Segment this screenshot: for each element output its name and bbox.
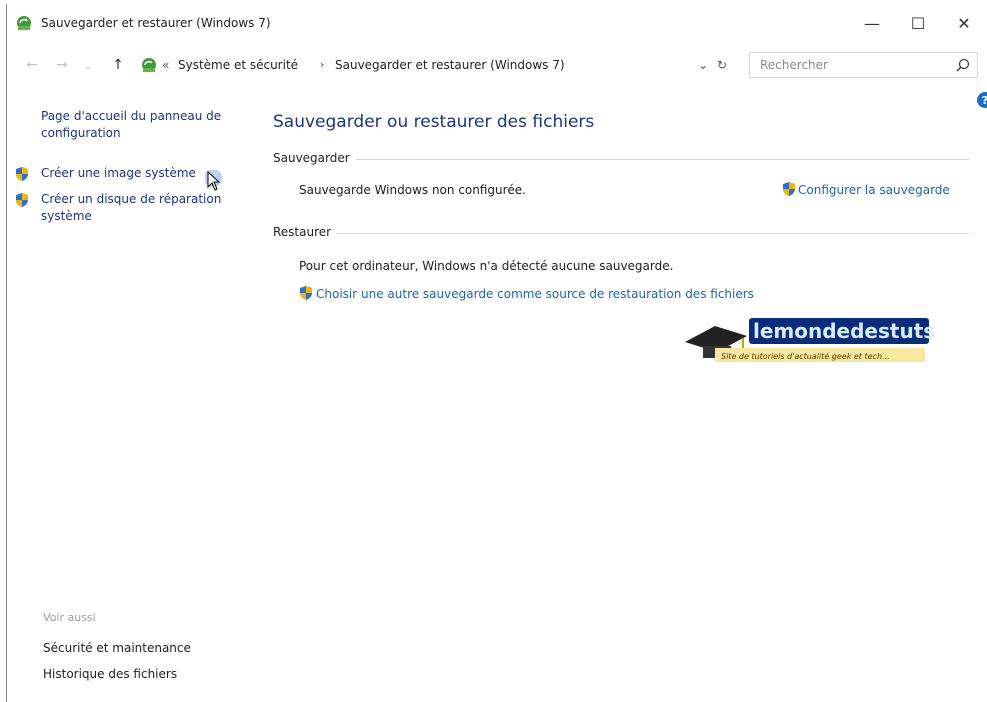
see-also-heading: Voir aussi [43,611,96,624]
address-dropdown-icon[interactable]: ⌄ [698,58,708,72]
control-panel-window: Sauvegarder et restaurer (Windows 7) — ☐… [6,4,987,702]
backup-restore-app-icon [17,16,31,30]
restore-section-heading: Restaurer [273,225,338,239]
watermark-tagline-text: Site de tutoriels d'actualité geek et te… [721,351,890,361]
restore-status-text: Pour cet ordinateur, Windows n'a détecté… [299,259,674,273]
configure-backup-link[interactable]: Configurer la sauvegarde [798,183,950,197]
watermark-brand-text: lemondedestuts [753,319,935,343]
backup-section-heading: Sauvegarder [273,151,356,165]
help-icon[interactable]: ? [977,92,987,108]
control-panel-location-icon [142,58,156,72]
navigation-bar: ← → ⌄ ↑ « Système et sécurité › Sauvegar… [7,48,987,82]
page-title: Sauvegarder ou restaurer des fichiers [273,112,595,132]
window-title: Sauvegarder et restaurer (Windows 7) [41,16,271,30]
graduation-cap-icon: lemondedestuts Site de tutoriels d'actua… [685,318,935,362]
search-box[interactable]: Rechercher [749,52,978,78]
restore-section-divider [273,233,969,234]
uac-shield-icon [16,167,28,181]
breadcrumb-backup-restore[interactable]: Sauvegarder et restaurer (Windows 7) [335,58,565,72]
up-arrow-icon[interactable]: ↑ [107,54,129,76]
back-arrow-icon[interactable]: ← [21,54,43,76]
recent-locations-chevron-icon[interactable]: ⌄ [77,54,99,76]
search-placeholder: Rechercher [760,58,828,72]
maximize-button[interactable]: ☐ [895,4,941,42]
uac-shield-icon [16,193,28,207]
site-watermark-logo: lemondedestuts Site de tutoriels d'actua… [685,304,935,374]
breadcrumb-system-security[interactable]: Système et sécurité [178,58,298,72]
uac-shield-icon [300,286,312,300]
file-history-link[interactable]: Historique des fichiers [43,666,177,683]
refresh-icon[interactable]: ↻ [717,58,727,72]
security-maintenance-link[interactable]: Sécurité et maintenance [43,640,191,657]
minimize-button[interactable]: — [849,4,895,42]
uac-shield-icon [783,182,795,196]
search-icon[interactable] [955,57,971,73]
create-repair-disc-link[interactable]: Créer un disque de réparation système [41,191,237,225]
backup-section-divider [273,159,969,160]
title-bar: Sauvegarder et restaurer (Windows 7) — ☐… [7,4,987,42]
choose-other-backup-link[interactable]: Choisir une autre sauvegarde comme sourc… [316,287,754,301]
backup-status-text: Sauvegarde Windows non configurée. [299,183,526,197]
mouse-pointer-icon [205,170,222,191]
breadcrumb-overflow[interactable]: « [162,58,169,72]
close-button[interactable]: ✕ [941,4,987,42]
forward-arrow-icon[interactable]: → [51,54,73,76]
breadcrumb-separator[interactable]: › [320,58,324,71]
address-bar[interactable]: « Système et sécurité › Sauvegarder et r… [132,52,732,78]
control-panel-home-link[interactable]: Page d'accueil du panneau de configurati… [41,108,241,142]
